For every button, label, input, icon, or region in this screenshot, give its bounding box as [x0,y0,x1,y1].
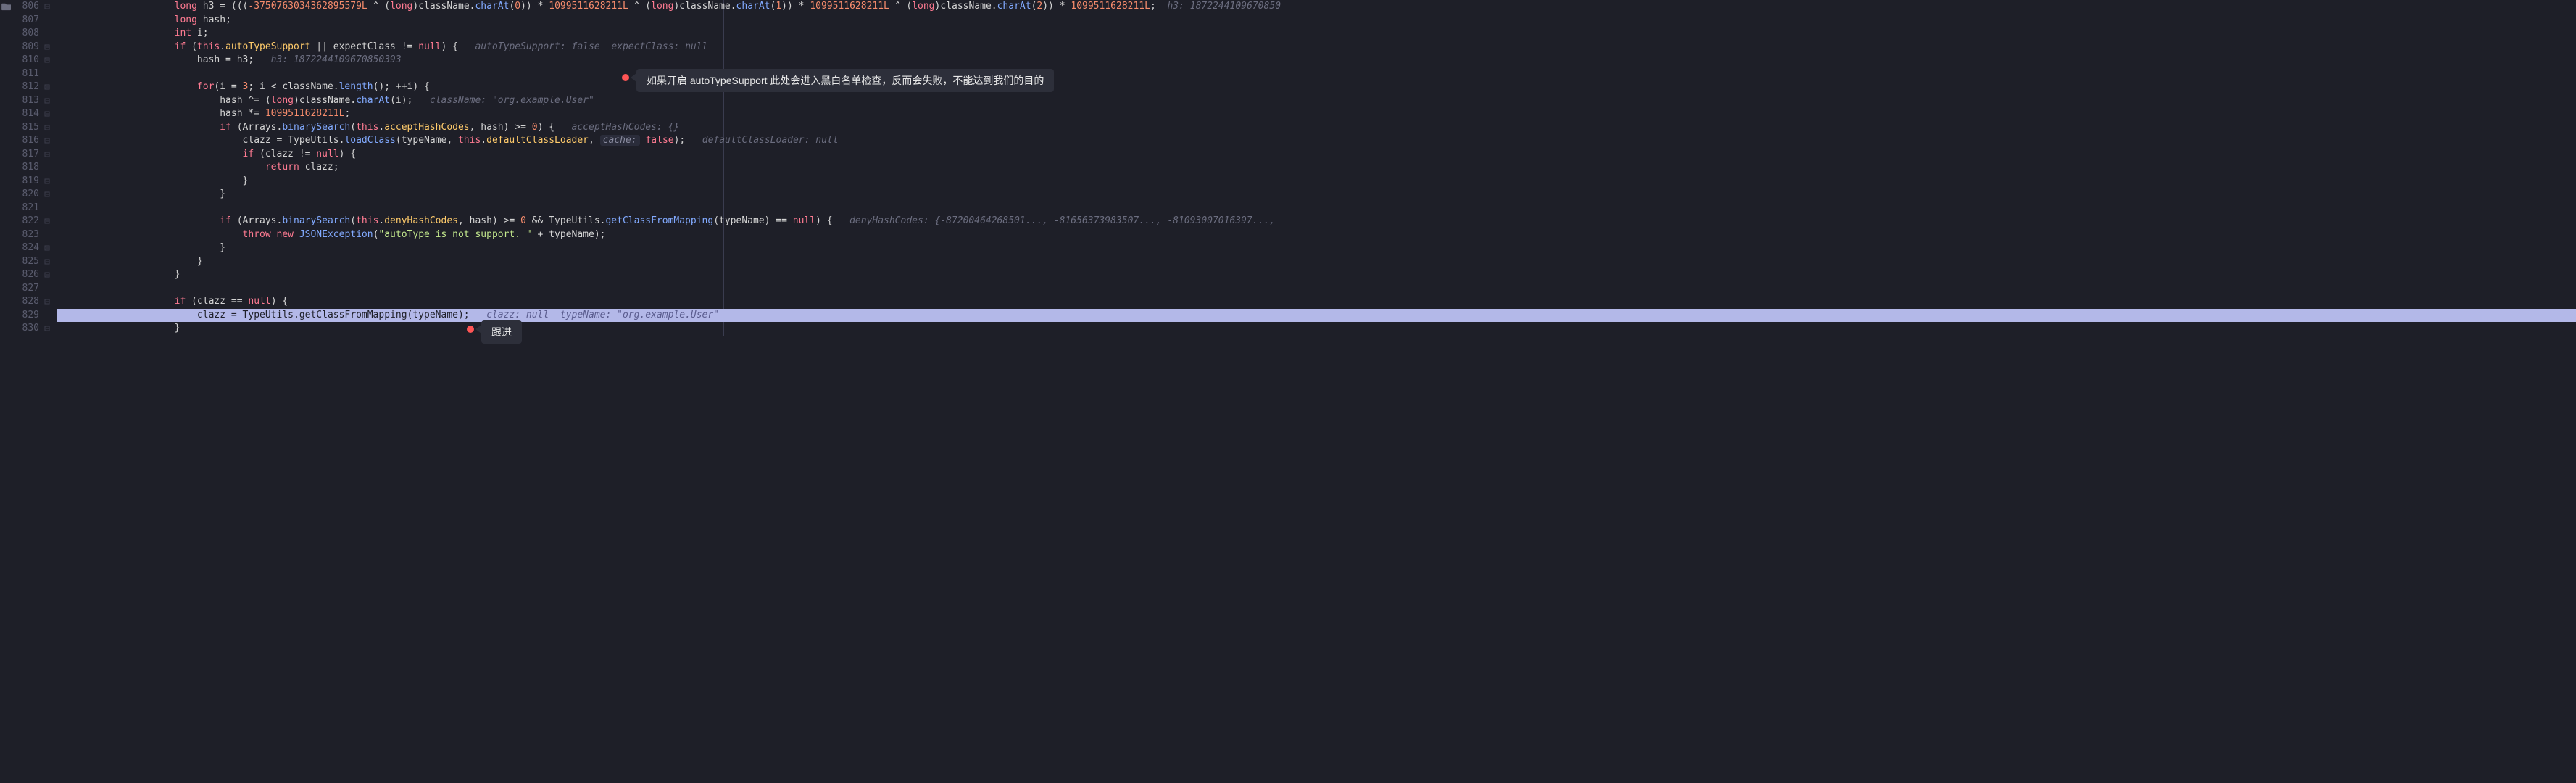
code-line[interactable]: if (Arrays.binarySearch(this.acceptHashC… [57,121,2576,135]
line-number[interactable]: 812 [0,80,51,94]
code-line[interactable]: return clazz; [57,161,2576,175]
line-gutter: 8068078088098108118128138148158168178188… [0,0,57,336]
annotation-arrow-bottom [475,325,481,334]
fold-icon[interactable] [43,124,51,131]
fold-icon[interactable] [43,218,51,225]
line-number[interactable]: 814 [0,107,51,121]
code-line[interactable]: } [57,241,2576,255]
line-number[interactable]: 822 [0,215,51,228]
annotation-dot-top [622,74,629,81]
line-number[interactable]: 816 [0,134,51,148]
code-line[interactable]: if (clazz != null) { [57,148,2576,162]
line-number[interactable]: 810 [0,54,51,67]
code-line[interactable] [57,282,2576,296]
line-number[interactable]: 813 [0,94,51,108]
annotation-top: 如果开启 autoTypeSupport 此处会进入黑白名单检查，反而会失败，不… [636,69,1054,92]
line-number[interactable]: 830 [0,322,51,336]
code-area[interactable]: 如果开启 autoTypeSupport 此处会进入黑白名单检查，反而会失败，不… [57,0,2576,336]
line-number[interactable]: 809 [0,41,51,54]
fold-icon[interactable] [43,258,51,265]
line-number[interactable]: 821 [0,202,51,215]
line-number[interactable]: 819 [0,175,51,188]
line-number[interactable]: 820 [0,188,51,202]
fold-icon[interactable] [43,271,51,278]
code-line[interactable]: hash = h3; h3: 1872244109670850393 [57,54,2576,67]
fold-icon[interactable] [43,178,51,185]
line-number[interactable]: 808 [0,27,51,41]
code-line[interactable] [57,202,2576,215]
annotation-top-text: 如果开启 autoTypeSupport 此处会进入黑白名单检查，反而会失败，不… [647,75,1044,86]
code-line[interactable]: clazz = TypeUtils.getClassFromMapping(ty… [57,309,2576,323]
line-number[interactable]: 827 [0,282,51,296]
code-editor: 8068078088098108118128138148158168178188… [0,0,2576,336]
fold-icon[interactable] [43,191,51,198]
code-line[interactable]: if (this.autoTypeSupport || expectClass … [57,41,2576,54]
fold-icon[interactable] [43,110,51,117]
code-line[interactable]: clazz = TypeUtils.loadClass(typeName, th… [57,134,2576,148]
line-number[interactable]: 826 [0,268,51,282]
line-number[interactable]: 818 [0,161,51,175]
line-number[interactable]: 829 [0,309,51,323]
code-line[interactable]: throw new JSONException("autoType is not… [57,228,2576,242]
annotation-dot-bottom [467,326,474,333]
code-line[interactable]: } [57,255,2576,269]
line-number[interactable]: 815 [0,121,51,135]
code-line[interactable]: hash *= 1099511628211L; [57,107,2576,121]
fold-icon[interactable] [43,137,51,144]
fold-icon[interactable] [43,83,51,91]
line-number[interactable]: 817 [0,148,51,162]
fold-icon[interactable] [43,3,51,10]
fold-icon[interactable] [43,244,51,252]
annotation-bottom-text: 跟进 [491,326,512,338]
code-line[interactable]: hash ^= (long)className.charAt(i); class… [57,94,2576,108]
line-number[interactable]: 825 [0,255,51,269]
code-line[interactable]: } [57,268,2576,282]
fold-icon[interactable] [43,97,51,104]
fold-icon[interactable] [43,44,51,51]
annotation-arrow-top [631,73,636,82]
line-number[interactable]: 824 [0,241,51,255]
line-number[interactable]: 811 [0,67,51,81]
code-line[interactable] [57,67,2576,81]
line-number[interactable]: 806 [0,0,51,14]
fold-icon[interactable] [43,151,51,158]
code-line[interactable]: } [57,188,2576,202]
code-line[interactable]: if (clazz == null) { [57,295,2576,309]
line-number[interactable]: 828 [0,295,51,309]
fold-icon[interactable] [43,298,51,305]
fold-icon[interactable] [43,325,51,332]
code-line[interactable]: if (Arrays.binarySearch(this.denyHashCod… [57,215,2576,228]
line-number[interactable]: 823 [0,228,51,242]
code-line[interactable]: } [57,175,2576,188]
line-number[interactable]: 807 [0,14,51,28]
code-line[interactable]: for(i = 3; i < className.length(); ++i) … [57,80,2576,94]
annotation-bottom: 跟进 [481,320,522,344]
code-line[interactable]: int i; [57,27,2576,41]
fold-icon[interactable] [43,57,51,64]
code-line[interactable]: long hash; [57,14,2576,28]
code-line[interactable]: } [57,322,2576,336]
code-line[interactable]: long h3 = (((-3750763034362895579L ^ (lo… [57,0,2576,14]
